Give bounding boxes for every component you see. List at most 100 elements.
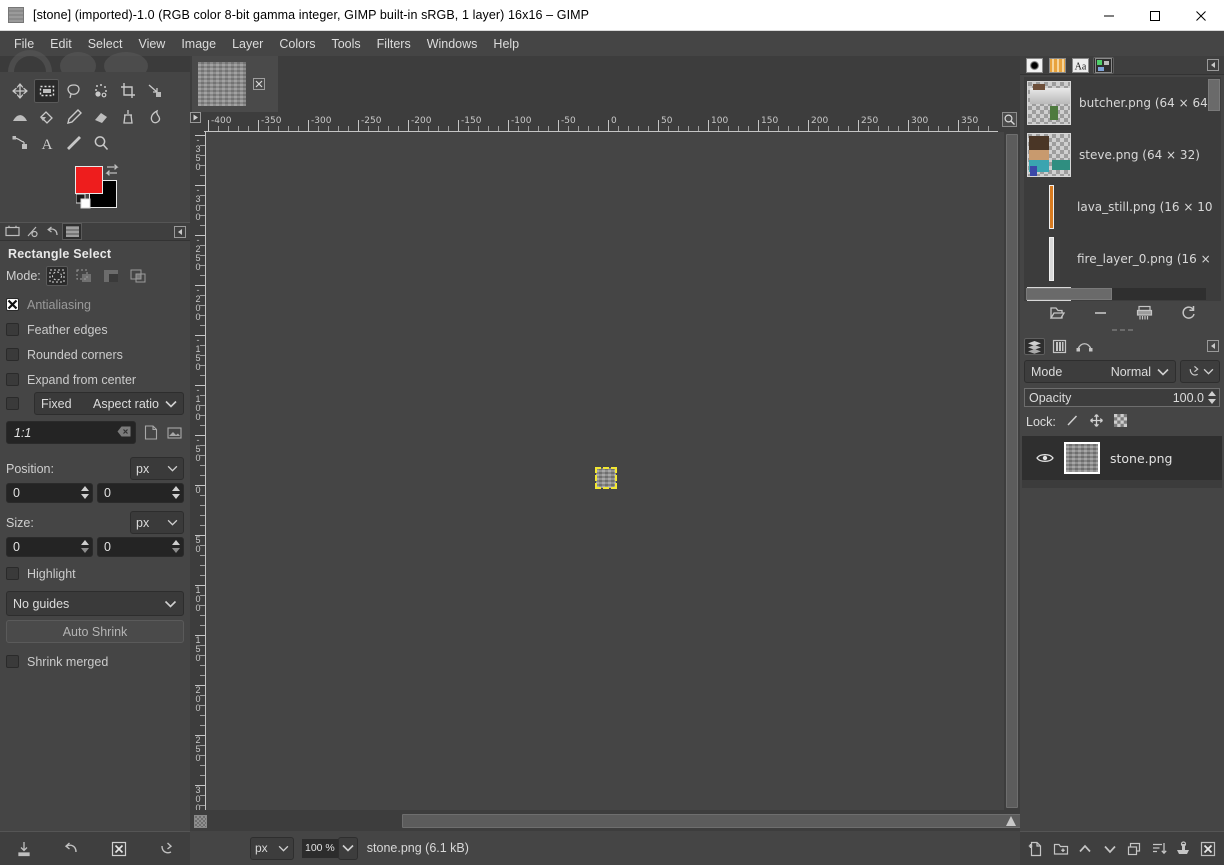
list-item[interactable]: fire_layer_0.png (16 × (1024, 233, 1221, 285)
list-item[interactable]: butcher.png (64 × 64) (1024, 77, 1221, 129)
images-dock-menu-arrow-icon[interactable] (1207, 59, 1219, 74)
position-y-input[interactable]: 0 (97, 483, 184, 503)
list-item[interactable]: steve.png (64 × 32) (1024, 129, 1221, 181)
paths-tool[interactable] (7, 131, 32, 155)
auto-shrink-button[interactable]: Auto Shrink (6, 620, 184, 643)
ruler-origin-button[interactable] (190, 112, 204, 132)
lock-position-icon[interactable] (1089, 413, 1104, 431)
portrait-orientation-button[interactable] (141, 423, 160, 442)
size-width-input[interactable]: 0 (6, 537, 93, 557)
minimize-button[interactable] (1086, 0, 1132, 31)
delete-image-icon[interactable] (1088, 303, 1112, 323)
intersect-with-selection-button[interactable] (127, 266, 149, 286)
feather-edges-row[interactable]: Feather edges (6, 317, 184, 342)
swap-colors-icon[interactable] (104, 164, 120, 181)
paths-tab[interactable] (1074, 338, 1095, 355)
position-x-stepper[interactable] (80, 485, 90, 500)
highlight-checkbox[interactable] (6, 567, 19, 580)
canvas-horizontal-scrollbar[interactable] (190, 812, 1192, 831)
add-to-selection-button[interactable] (73, 266, 95, 286)
lower-layer-icon[interactable] (1100, 838, 1120, 860)
crop-tool[interactable] (115, 79, 140, 103)
gradient-tool[interactable] (7, 105, 32, 129)
expand-from-center-row[interactable]: Expand from center (6, 367, 184, 392)
list-item[interactable]: lava_still.png (16 × 10 (1024, 181, 1221, 233)
shrink-merged-checkbox[interactable] (6, 655, 19, 668)
feather-edges-checkbox[interactable] (6, 323, 19, 336)
rounded-corners-checkbox[interactable] (6, 348, 19, 361)
raise-layer-icon[interactable] (1075, 838, 1095, 860)
text-tool[interactable]: A (34, 131, 59, 155)
rectangle-select-tool[interactable] (34, 79, 59, 103)
shrink-merged-row[interactable]: Shrink merged (6, 649, 184, 674)
fixed-mode-combo[interactable]: Fixed Aspect ratio (34, 392, 184, 415)
layer-mode-reset-button[interactable] (1180, 360, 1220, 383)
move-tool[interactable] (7, 79, 32, 103)
opacity-stepper[interactable] (1207, 390, 1217, 405)
reset-tool-options-icon[interactable] (153, 838, 179, 860)
delete-tool-preset-icon[interactable] (106, 838, 132, 860)
bucket-fill-tool[interactable] (34, 105, 59, 129)
close-button[interactable] (1178, 0, 1224, 31)
fuzzy-select-tool[interactable] (88, 79, 113, 103)
guides-combo[interactable]: No guides (6, 591, 184, 616)
dock-menu-arrow-icon[interactable] (174, 226, 186, 241)
canvas-image-stone[interactable] (595, 467, 617, 489)
smudge-tool[interactable] (142, 105, 167, 129)
undo-history-tab[interactable] (42, 223, 62, 240)
anchor-layer-icon[interactable] (1173, 838, 1193, 860)
zoom-tool[interactable] (88, 131, 113, 155)
size-width-stepper[interactable] (80, 539, 90, 554)
size-height-stepper[interactable] (171, 539, 181, 554)
restore-tool-preset-icon[interactable] (58, 838, 84, 860)
transform-tool[interactable] (142, 79, 167, 103)
landscape-orientation-button[interactable] (165, 423, 184, 442)
images-list[interactable]: butcher.png (64 × 64) steve.png (64 × 32… (1024, 77, 1221, 301)
canvas[interactable] (206, 132, 1004, 810)
menu-filters[interactable]: Filters (369, 34, 419, 54)
merge-down-icon[interactable] (1149, 838, 1169, 860)
pencil-tool[interactable] (61, 105, 86, 129)
layer-mode-combo[interactable]: Mode Normal (1024, 360, 1176, 383)
replace-selection-button[interactable] (45, 266, 68, 286)
tool-options-tab[interactable] (2, 223, 22, 240)
layers-list[interactable]: stone.png (1022, 436, 1222, 488)
fonts-tab[interactable]: Aa (1070, 57, 1091, 74)
size-height-input[interactable]: 0 (97, 537, 184, 557)
rounded-corners-row[interactable]: Rounded corners (6, 342, 184, 367)
zoom-follow-window-icon[interactable] (1002, 112, 1020, 132)
images-tab[interactable] (1093, 56, 1114, 74)
brushes-tab[interactable] (1024, 57, 1045, 74)
antialiasing-row[interactable]: Antialiasing (6, 292, 184, 317)
menu-help[interactable]: Help (485, 34, 527, 54)
vertical-ruler[interactable]: -350 -300 -250 -200 -150 -100 -50 0 50 1… (190, 132, 206, 810)
menu-windows[interactable]: Windows (419, 34, 486, 54)
channels-tab[interactable] (1049, 338, 1070, 355)
opacity-slider[interactable]: Opacity 100.0 (1024, 388, 1220, 407)
device-status-tab[interactable] (22, 223, 42, 240)
maximize-button[interactable] (1132, 0, 1178, 31)
expand-from-center-checkbox[interactable] (6, 373, 19, 386)
vertical-scrollbar-thumb[interactable] (1006, 134, 1018, 808)
image-tab-stone[interactable] (192, 56, 278, 112)
refresh-icon[interactable] (1176, 303, 1200, 323)
horizontal-ruler[interactable]: -400 -350 -300 -250 -200 -150 -100 -50 0… (190, 112, 1020, 132)
images-hscroll-thumb[interactable] (1026, 288, 1112, 300)
image-thumb-tab[interactable] (62, 223, 82, 240)
zoom-dropdown-button[interactable] (337, 836, 358, 860)
raise-view-icon[interactable] (1044, 303, 1068, 323)
dock-resize-grip[interactable] (1020, 325, 1224, 335)
eraser-tool[interactable] (88, 105, 113, 129)
lock-pixels-icon[interactable] (1065, 413, 1080, 431)
highlight-row[interactable]: Highlight (6, 561, 184, 586)
clone-tool[interactable] (115, 105, 140, 129)
subtract-from-selection-button[interactable] (100, 266, 122, 286)
aspect-ratio-input[interactable]: 1:1 (6, 421, 136, 444)
layers-tab[interactable] (1024, 338, 1045, 355)
fixed-checkbox[interactable] (6, 397, 19, 410)
lock-alpha-icon[interactable] (1113, 413, 1128, 431)
size-unit-combo[interactable]: px (130, 511, 184, 534)
foreground-color-swatch[interactable] (75, 166, 103, 194)
new-layer-icon[interactable] (1026, 838, 1046, 860)
save-tool-preset-icon[interactable] (11, 838, 37, 860)
